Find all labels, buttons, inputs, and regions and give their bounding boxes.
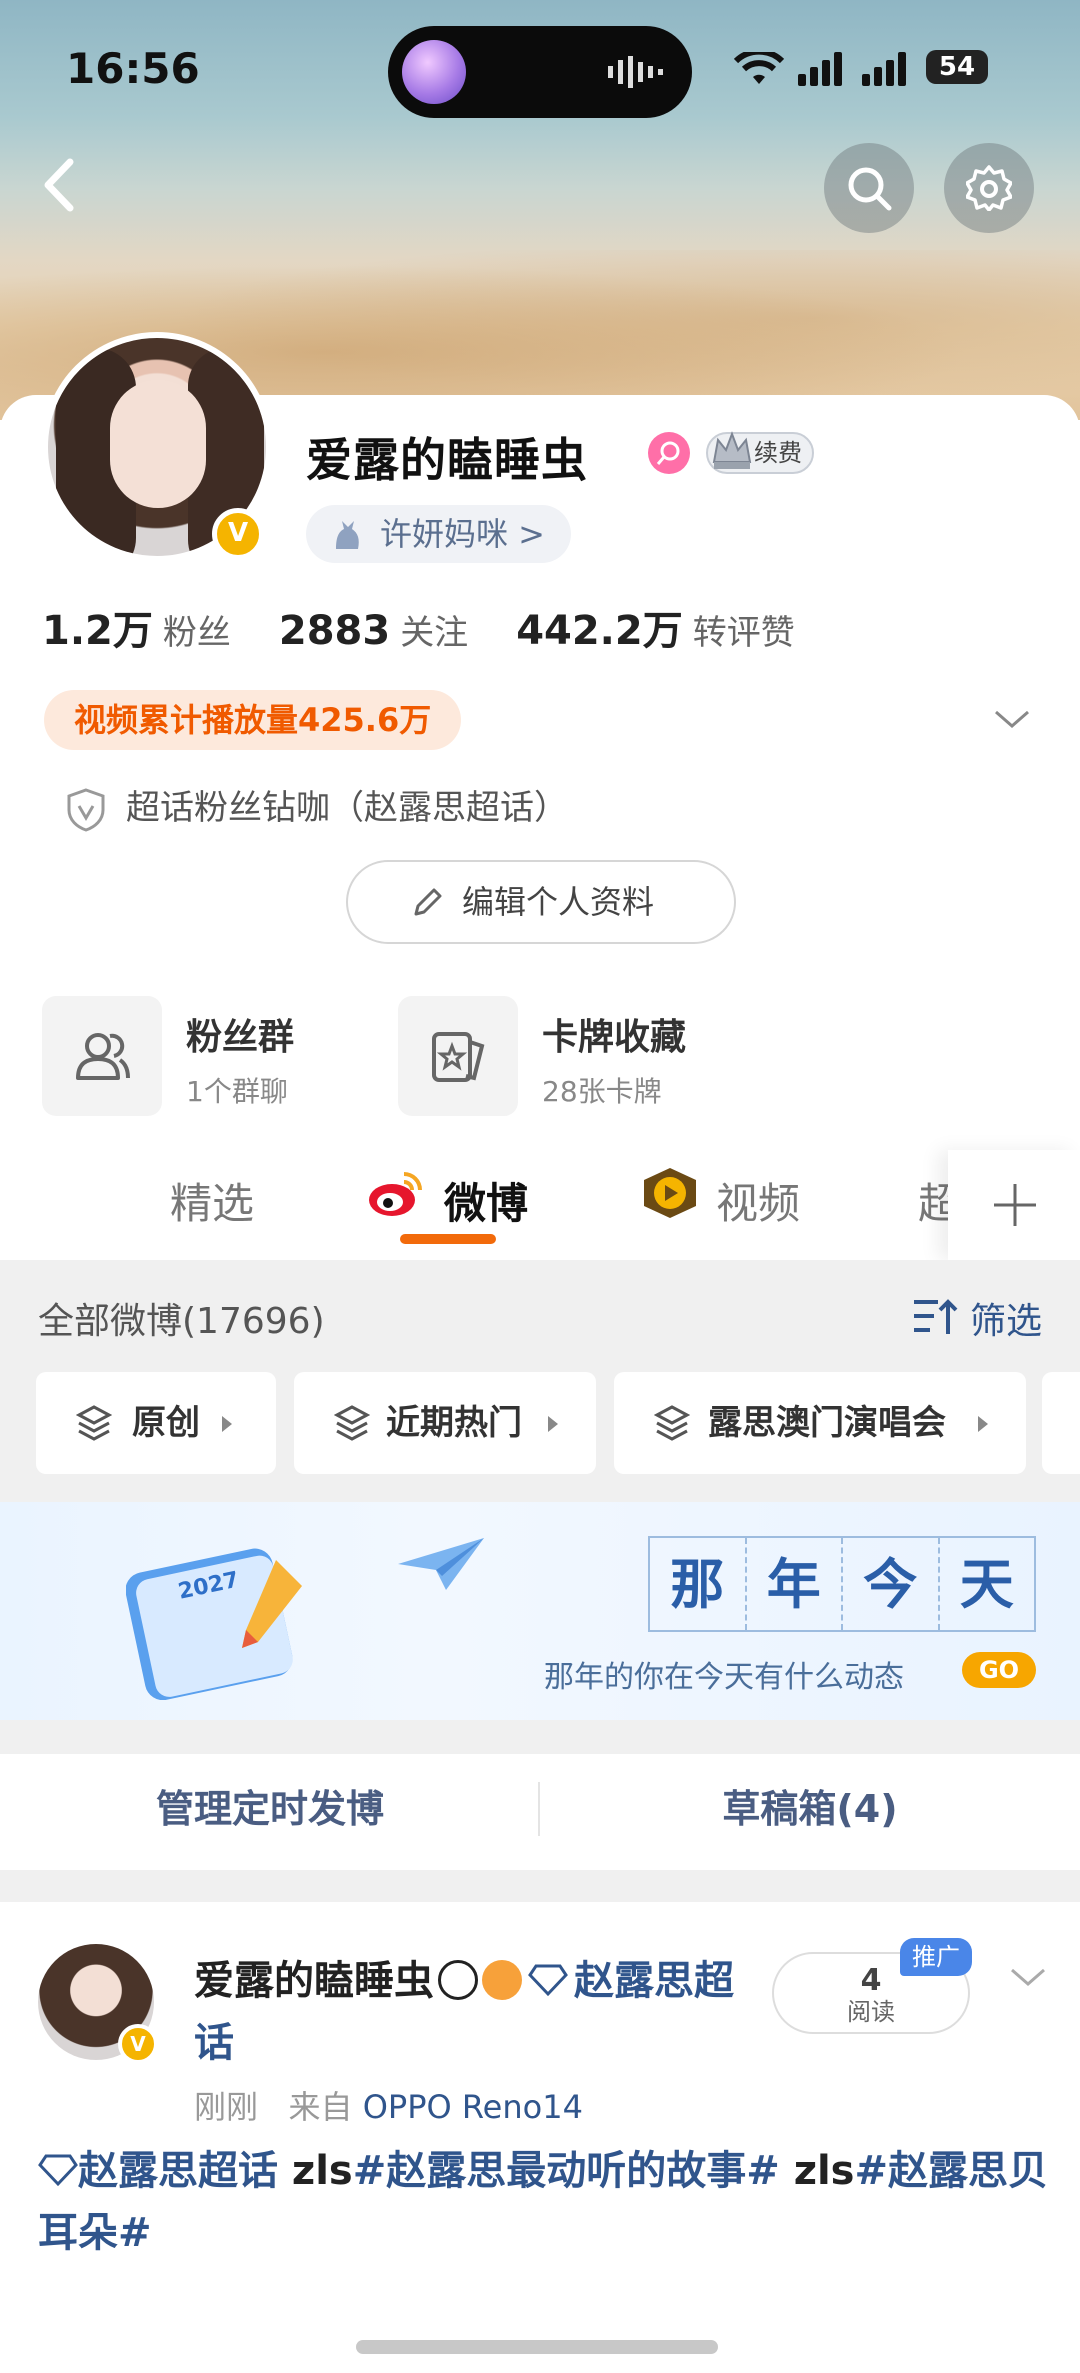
post-author-name[interactable]: 爱露的瞌睡虫 xyxy=(194,1958,434,2004)
calendar-illustration-icon: 2027 xyxy=(126,1548,302,1700)
chip-recent-hot[interactable]: 近期热门 xyxy=(294,1372,596,1474)
diamond-icon xyxy=(38,2154,78,2187)
active-tab-indicator xyxy=(400,1234,496,1244)
shield-icon xyxy=(67,788,105,832)
profile-page: 16:56 54 V 爱露的瞌睡虫 续费 许妍妈咪 > 1.2万 粉丝 2883… xyxy=(0,0,1080,2373)
following-label[interactable]: 关注 xyxy=(400,613,468,653)
divider xyxy=(0,1720,1080,1754)
signal-icon-2 xyxy=(862,52,906,86)
layers-icon xyxy=(334,1405,370,1441)
likes-count[interactable]: 442.2万 xyxy=(516,608,683,654)
all-posts-count: 全部微博(17696) xyxy=(38,1301,325,1342)
status-time: 16:56 xyxy=(66,44,200,93)
search-badge-icon[interactable] xyxy=(648,432,690,474)
fan-group-title[interactable]: 粉丝群 xyxy=(186,1008,294,1060)
back-arrow-icon[interactable] xyxy=(30,150,90,220)
post-source-prefix: 来自 xyxy=(288,2088,353,2126)
likes-label[interactable]: 转评赞 xyxy=(693,613,795,653)
music-app-icon xyxy=(402,40,466,104)
card-collection-title[interactable]: 卡牌收藏 xyxy=(542,1008,686,1060)
panda-icon xyxy=(438,1960,478,2000)
dynamic-island xyxy=(388,26,692,118)
tab-video[interactable]: 视频 xyxy=(716,1170,800,1231)
tab-featured[interactable]: 精选 xyxy=(170,1170,254,1231)
following-count[interactable]: 2883 xyxy=(279,608,390,654)
cat-icon xyxy=(336,521,359,549)
gear-icon xyxy=(966,165,1012,211)
signal-icon-1 xyxy=(798,52,842,86)
audio-wave-icon xyxy=(608,56,663,88)
crown-icon xyxy=(712,431,752,469)
filter-button[interactable]: 筛选 xyxy=(912,1292,1042,1344)
post-meta: 刚刚 来自 OPPO Reno14 xyxy=(194,2082,583,2128)
drafts-button[interactable]: 草稿箱(4) xyxy=(540,1754,1080,1864)
post-text: 赵露思超话 zls#赵露思最动听的故事# zls#赵露思贝耳朵# xyxy=(38,2148,1049,2256)
scheduled-posts-button[interactable]: 管理定时发博 xyxy=(0,1754,540,1864)
weibo-logo-icon xyxy=(369,1172,422,1216)
on-this-day-subtitle: 那年的你在今天有什么动态 xyxy=(544,1660,904,1695)
fan-group-icon-box[interactable] xyxy=(42,996,162,1116)
video-play-icon xyxy=(644,1168,696,1218)
filter-icon xyxy=(914,1299,958,1334)
chevron-down-icon[interactable] xyxy=(992,702,1032,736)
pufferfish-icon xyxy=(482,1960,522,2000)
tab-weibo[interactable]: 微博 xyxy=(444,1170,528,1231)
search-icon xyxy=(848,167,892,211)
mom-link[interactable]: 许妍妈咪 > xyxy=(306,505,571,563)
profile-tabs: 精选 微博 视频 超 xyxy=(0,1150,1080,1260)
layers-icon xyxy=(76,1405,112,1441)
wifi-icon xyxy=(734,52,784,84)
edit-profile-button[interactable]: 编辑个人资料 xyxy=(346,860,736,944)
search-button[interactable] xyxy=(824,143,914,233)
card-icon xyxy=(432,1032,485,1082)
read-label: 阅读 xyxy=(847,1998,895,2026)
chip-macau-concert[interactable]: 露思澳门演唱会 xyxy=(614,1372,1026,1474)
profile-name: 爱露的瞌睡虫 xyxy=(306,433,588,487)
battery-indicator: 54 xyxy=(926,50,988,84)
group-icon xyxy=(76,1033,130,1080)
video-play-tag[interactable]: 视频累计播放量425.6万 xyxy=(44,690,462,750)
vip-renew-badge[interactable]: 续费 xyxy=(706,431,814,474)
verified-badge-icon: V xyxy=(118,2024,158,2064)
home-indicator[interactable] xyxy=(356,2340,718,2354)
on-this-day-title: 那 年 今 天 xyxy=(648,1536,1036,1632)
chip-more[interactable] xyxy=(1042,1372,1080,1474)
pencil-icon xyxy=(414,888,442,916)
profile-stats: 1.2万 粉丝 2883 关注 442.2万 转评赞 xyxy=(42,598,843,658)
post-device[interactable]: OPPO Reno14 xyxy=(363,2088,583,2126)
post-time: 刚刚 xyxy=(194,2088,259,2126)
chip-original[interactable]: 原创 xyxy=(36,1372,276,1474)
chevron-down-icon[interactable] xyxy=(1008,1960,1048,1994)
layers-icon xyxy=(654,1405,690,1441)
super-fan-info[interactable]: 超话粉丝钻咖（赵露思超话） xyxy=(66,784,568,832)
fans-label[interactable]: 粉丝 xyxy=(163,613,231,653)
go-button[interactable]: GO xyxy=(962,1652,1036,1688)
settings-button[interactable] xyxy=(944,143,1034,233)
plus-icon xyxy=(994,1184,1036,1226)
status-bar: 16:56 54 xyxy=(0,0,1080,140)
fan-group-sub: 1个群聊 xyxy=(186,1075,288,1108)
card-collection-sub: 28张卡牌 xyxy=(542,1075,662,1108)
fans-count[interactable]: 1.2万 xyxy=(42,608,153,654)
post-hashtag-1[interactable]: #赵露思最动听的故事# xyxy=(353,2148,780,2194)
verified-badge-icon: V xyxy=(212,508,264,560)
promote-badge[interactable]: 推广 xyxy=(900,1938,972,1976)
add-tab-button[interactable] xyxy=(948,1150,1080,1260)
post-topic-tag[interactable]: 赵露思超话 xyxy=(78,2148,278,2194)
diamond-icon xyxy=(528,1964,568,1997)
post-author-line: 爱露的瞌睡虫 赵露思超话 xyxy=(194,1950,734,2074)
card-collection-icon-box[interactable] xyxy=(398,996,518,1116)
paper-plane-icon xyxy=(398,1538,484,1590)
divider xyxy=(0,1870,1080,1902)
